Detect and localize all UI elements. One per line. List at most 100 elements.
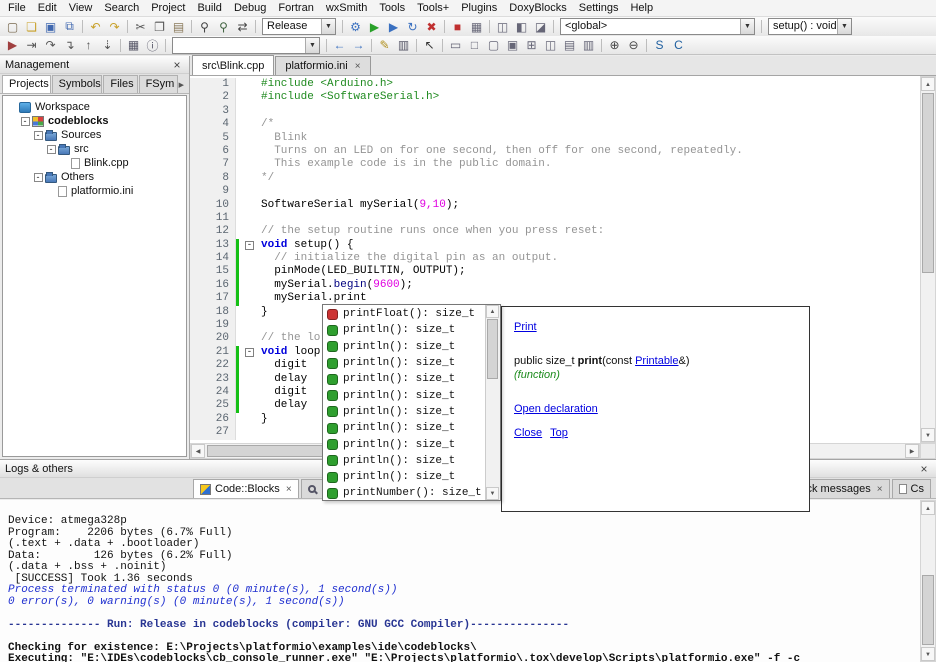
highlight-occurrences-button[interactable]: ✎	[375, 37, 394, 54]
completion-item[interactable]: println(): size_t	[324, 453, 484, 469]
close-tab-icon[interactable]: ×	[877, 484, 883, 495]
browse-forward-button[interactable]: →	[349, 37, 368, 54]
redo-button[interactable]: ↷	[105, 18, 124, 35]
completion-item[interactable]: println(): size_t	[324, 469, 484, 485]
scroll-up-icon[interactable]: ▲	[921, 501, 935, 515]
code-line[interactable]: 13-void setup() {	[190, 239, 920, 252]
code-line[interactable]: 11	[190, 212, 920, 225]
scroll-up-icon[interactable]: ▲	[921, 77, 935, 91]
tree-item-platformio-ini[interactable]: platformio.ini	[3, 184, 186, 198]
code-line[interactable]: 12// the setup routine runs once when yo…	[190, 225, 920, 238]
tree-item-others[interactable]: -Others	[3, 170, 186, 184]
scroll-down-icon[interactable]: ▼	[921, 647, 935, 661]
abort-button[interactable]: ✖	[422, 18, 441, 35]
scroll-left-icon[interactable]: ◀	[191, 444, 205, 458]
copy-button[interactable]: ❐	[150, 18, 169, 35]
close-popup-link[interactable]: Close	[514, 427, 542, 439]
menu-debug[interactable]: Debug	[228, 0, 272, 17]
menu-wxsmith[interactable]: wxSmith	[320, 0, 374, 17]
dropdown-arrow-icon[interactable]: ▼	[321, 19, 335, 34]
pointer-select-button[interactable]: ↖	[420, 37, 439, 54]
top-link[interactable]: Top	[550, 427, 568, 439]
code-line[interactable]: 5 Blink	[190, 132, 920, 145]
menu-edit[interactable]: Edit	[32, 0, 63, 17]
tree-collapse-icon[interactable]: -	[21, 117, 30, 126]
completion-item[interactable]: println(): size_t	[324, 355, 484, 371]
menu-project[interactable]: Project	[145, 0, 191, 17]
rebuild-button[interactable]: ↻	[403, 18, 422, 35]
find-button[interactable]: ⚲	[195, 18, 214, 35]
match-case-button[interactable]: ▥	[394, 37, 413, 54]
code-line[interactable]: 8*/	[190, 172, 920, 185]
editor-vertical-scrollbar[interactable]: ▲ ▼	[920, 76, 936, 443]
completion-item[interactable]: printFloat(): size_t	[324, 306, 484, 322]
tab-scroll-right-icon[interactable]: ▶	[179, 81, 187, 93]
debug-windows-button[interactable]: ▦	[124, 37, 143, 54]
step-out-button[interactable]: ↑	[79, 37, 98, 54]
code-line[interactable]: 9	[190, 185, 920, 198]
fold-collapse-icon[interactable]: -	[245, 348, 254, 357]
wxsmith-frame-button[interactable]: ▭	[446, 37, 465, 54]
code-line[interactable]: 2#include <SoftwareSerial.h>	[190, 91, 920, 104]
menu-file[interactable]: File	[2, 0, 32, 17]
management-tab-files[interactable]: Files	[103, 75, 137, 93]
build-and-run-button[interactable]: ▶	[384, 18, 403, 35]
dropdown-arrow-icon[interactable]: ▼	[305, 38, 319, 53]
scrollbar-thumb[interactable]	[922, 93, 934, 273]
management-tab-projects[interactable]: Projects	[2, 75, 51, 93]
menu-tools-plus[interactable]: Tools+	[411, 0, 455, 17]
completion-item[interactable]: printNumber(): size_t	[324, 485, 484, 499]
menu-help[interactable]: Help	[624, 0, 659, 17]
run-button[interactable]: ▶	[365, 18, 384, 35]
close-tab-icon[interactable]: ×	[355, 61, 361, 72]
code-line[interactable]: 7 This example code is in the public dom…	[190, 158, 920, 171]
tree-collapse-icon[interactable]: -	[34, 173, 43, 182]
undo-button[interactable]: ↶	[86, 18, 105, 35]
code-line[interactable]: 17 mySerial.print	[190, 292, 920, 305]
code-line[interactable]: 15 pinMode(LED_BUILTIN, OUTPUT);	[190, 265, 920, 278]
code-line[interactable]: 3	[190, 105, 920, 118]
wxsmith-toolbar-button[interactable]: ▥	[579, 37, 598, 54]
menu-view[interactable]: View	[63, 0, 99, 17]
tree-collapse-icon[interactable]: -	[34, 131, 43, 140]
browse-back-button[interactable]: ←	[330, 37, 349, 54]
log-tab-code-blocks[interactable]: Code::Blocks×	[193, 479, 299, 498]
incremental-search-combo[interactable]: ▼	[172, 37, 320, 54]
scroll-down-icon[interactable]: ▼	[921, 428, 935, 442]
debug-run-button[interactable]: ▶	[3, 37, 22, 54]
code-line[interactable]: 14 // initialize the digital pin as an o…	[190, 252, 920, 265]
tree-item-src[interactable]: -src	[3, 142, 186, 156]
close-logs-icon[interactable]: ×	[917, 463, 931, 475]
build-log-output[interactable]: Device: atmega328pProgram: 2206 bytes (6…	[0, 500, 920, 662]
menu-tools[interactable]: Tools	[373, 0, 411, 17]
paste-button[interactable]: ▤	[169, 18, 188, 35]
build-target-combo[interactable]: Release▼	[262, 18, 336, 35]
scope-combo[interactable]: <global>▼	[560, 18, 755, 35]
management-tab-fsym[interactable]: FSym	[139, 75, 178, 93]
cut-button[interactable]: ✂	[131, 18, 150, 35]
tree-collapse-icon[interactable]: -	[47, 145, 56, 154]
log-tab-ck-messages[interactable]: ck messages×	[800, 479, 890, 498]
wxsmith-dialog-button[interactable]: ▢	[484, 37, 503, 54]
save-all-button[interactable]: ⧉	[60, 18, 79, 35]
function-combo[interactable]: setup() : void▼	[768, 18, 852, 35]
editor-tab-src-blink-cpp[interactable]: src\Blink.cpp	[192, 55, 274, 75]
doc-title-link[interactable]: Print	[514, 321, 537, 333]
log-vertical-scrollbar[interactable]: ▲ ▼	[920, 500, 936, 662]
code-line[interactable]: 10SoftwareSerial mySerial(9,10);	[190, 199, 920, 212]
dropdown-arrow-icon[interactable]: ▼	[740, 19, 754, 34]
doxyblocks-html-button[interactable]: ◧	[512, 18, 531, 35]
stop-button[interactable]: ■	[448, 18, 467, 35]
dropdown-arrow-icon[interactable]: ▼	[837, 19, 851, 34]
scroll-down-icon[interactable]: ▼	[486, 487, 499, 500]
doxyblocks-config-button[interactable]: ◪	[531, 18, 550, 35]
step-into-button[interactable]: ↴	[60, 37, 79, 54]
debug-info-button[interactable]: ⓘ	[143, 37, 162, 54]
wxsmith-panel-button[interactable]: □	[465, 37, 484, 54]
tree-item-codeblocks[interactable]: -codeblocks	[3, 114, 186, 128]
build-button[interactable]: ⚙	[346, 18, 365, 35]
tree-item-workspace[interactable]: Workspace	[3, 100, 186, 114]
scroll-right-icon[interactable]: ▶	[905, 444, 919, 458]
completion-item[interactable]: println(): size_t	[324, 339, 484, 355]
close-tab-icon[interactable]: ×	[286, 484, 292, 495]
